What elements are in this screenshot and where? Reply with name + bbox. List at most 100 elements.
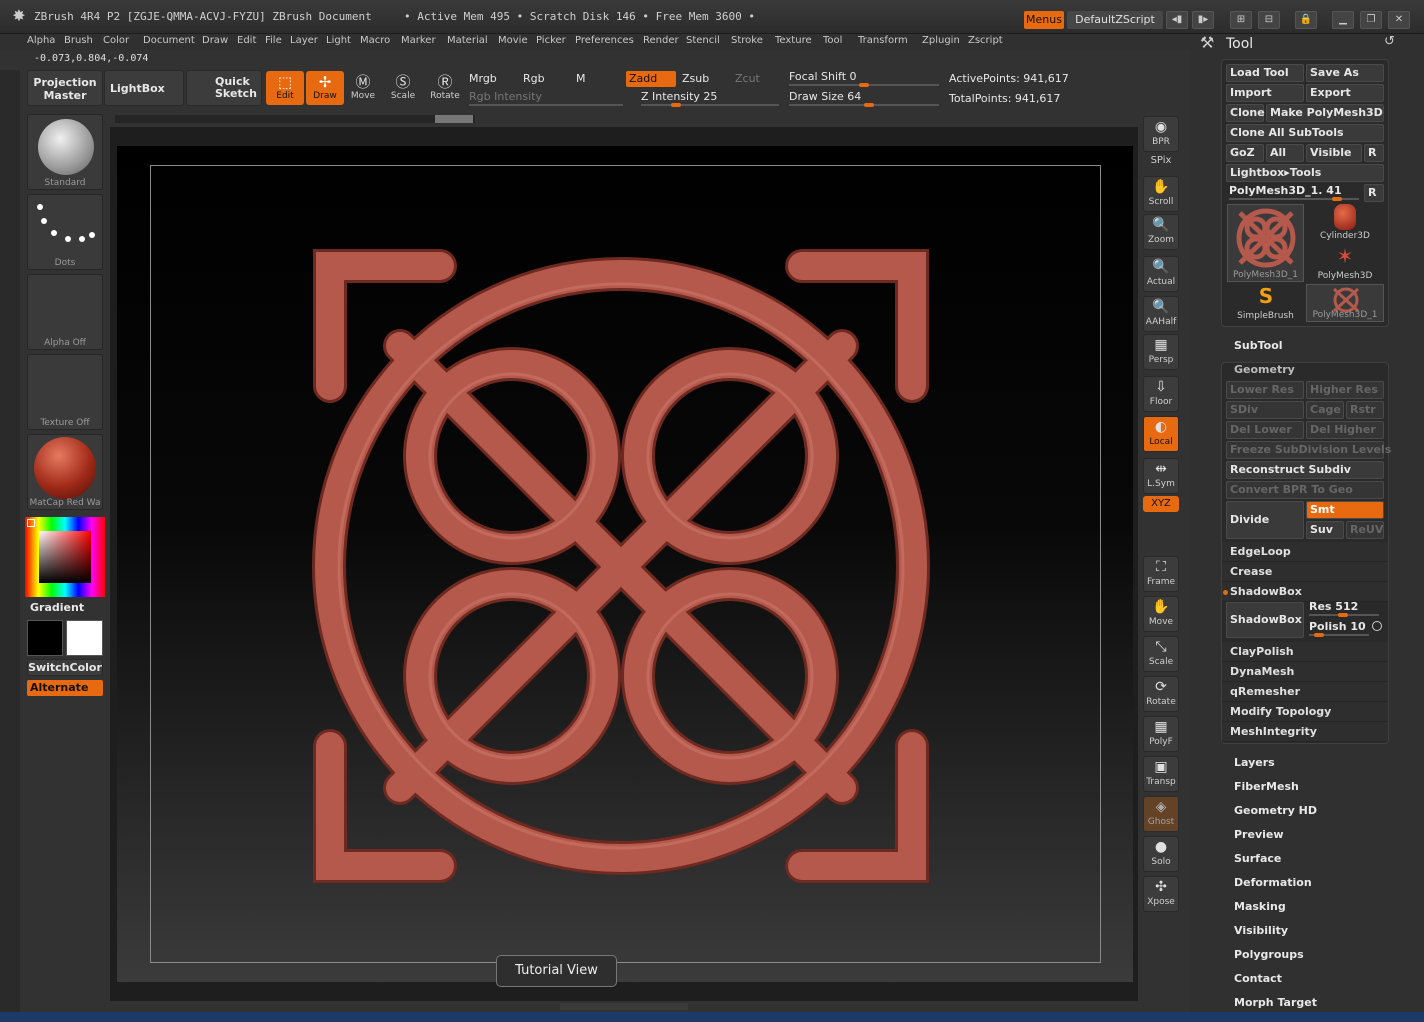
refresh-icon[interactable]: ↺ xyxy=(1384,34,1395,49)
minimize-icon[interactable]: ▁ xyxy=(1332,11,1354,29)
right-shelf-actual-button[interactable]: 🔍 Actual xyxy=(1143,256,1179,292)
draw-mode-button[interactable]: ✢ Draw xyxy=(306,71,344,105)
focal-shift-knob[interactable] xyxy=(859,83,869,87)
z-intensity-knob[interactable] xyxy=(670,103,681,107)
right-shelf-scale-button[interactable]: ⤡ Scale xyxy=(1143,636,1179,672)
menu-picker[interactable]: Picker xyxy=(536,34,566,48)
edgeloop-section[interactable]: EdgeLoop xyxy=(1222,542,1388,562)
stroke-selector[interactable]: Dots xyxy=(27,194,103,270)
draw-size-knob[interactable] xyxy=(863,103,874,107)
menu-draw[interactable]: Draw xyxy=(202,34,228,48)
reuv-toggle[interactable]: ReUV xyxy=(1346,521,1384,539)
clone-all-subtools-button[interactable]: Clone All SubTools xyxy=(1226,124,1384,142)
tool-section-masking[interactable]: Masking xyxy=(1234,900,1286,913)
shadowbox-button[interactable]: ShadowBox xyxy=(1226,602,1304,638)
reconstruct-subdiv-button[interactable]: Reconstruct Subdiv xyxy=(1226,461,1384,479)
primary-color-swatch[interactable] xyxy=(66,620,103,656)
menu-color[interactable]: Color xyxy=(103,34,129,48)
menu-movie[interactable]: Movie xyxy=(498,34,528,48)
edit-mode-button[interactable]: ⬚ Edit xyxy=(266,71,304,105)
menu-macro[interactable]: Macro xyxy=(360,34,390,48)
prev-layout-icon[interactable]: ◂▮ xyxy=(1166,11,1188,29)
menu-edit[interactable]: Edit xyxy=(237,34,256,48)
tool-section-geometry-hd[interactable]: Geometry HD xyxy=(1234,804,1317,817)
color-marker[interactable] xyxy=(27,519,35,527)
load-tool-button[interactable]: Load Tool xyxy=(1226,64,1304,82)
tool-section-morph-target[interactable]: Morph Target xyxy=(1234,996,1317,1009)
make-polymesh3d-button[interactable]: Make PolyMesh3D xyxy=(1266,104,1384,122)
current-tool-knob[interactable] xyxy=(1332,197,1342,201)
right-shelf-ghost-button[interactable]: ◈ Ghost xyxy=(1143,796,1179,832)
freeze-subdivision-button[interactable]: Freeze SubDivision Levels xyxy=(1226,441,1391,459)
subtool-section[interactable]: SubTool xyxy=(1234,339,1283,352)
rotate-mode-button[interactable]: Ⓡ Rotate xyxy=(426,71,464,105)
tool-thumb-simplebrush[interactable]: S SimpleBrush xyxy=(1227,284,1304,322)
texture-selector[interactable]: Texture Off xyxy=(27,354,103,430)
export-button[interactable]: Export xyxy=(1306,84,1384,102)
quick-sketch-button[interactable]: Quick Sketch xyxy=(186,70,262,106)
suv-toggle[interactable]: Suv xyxy=(1306,521,1344,539)
color-picker-square[interactable] xyxy=(39,531,91,583)
menu-light[interactable]: Light xyxy=(326,34,351,48)
lower-res-button[interactable]: Lower Res xyxy=(1226,381,1304,399)
lock-icon[interactable]: 🔒 xyxy=(1295,11,1317,29)
mrgb-button[interactable]: Mrgb xyxy=(469,72,497,85)
current-tool-r-button[interactable]: R xyxy=(1364,184,1384,202)
dynamesh-section[interactable]: DynaMesh xyxy=(1222,662,1388,682)
right-shelf-spix-button[interactable]: SPix xyxy=(1143,153,1179,169)
right-shelf-persp-button[interactable]: ▦ Persp xyxy=(1143,334,1179,370)
right-shelf-move-button[interactable]: ✋ Move xyxy=(1143,596,1179,632)
default-zscript-button[interactable]: DefaultZScript xyxy=(1067,11,1163,29)
right-shelf-bpr-button[interactable]: ◉ BPR xyxy=(1143,116,1179,152)
res-slider-label[interactable]: Res 512 xyxy=(1309,600,1358,613)
clone-button[interactable]: Clone xyxy=(1226,104,1265,122)
tool-section-surface[interactable]: Surface xyxy=(1234,852,1281,865)
rgb-intensity-slider[interactable] xyxy=(469,104,623,106)
brush-selector[interactable]: Standard xyxy=(27,114,103,190)
right-shelf-zoom-button[interactable]: 🔍 Zoom xyxy=(1143,214,1179,250)
viewport-scrollbar[interactable] xyxy=(115,115,475,123)
material-selector[interactable]: MatCap Red Wa xyxy=(27,434,103,510)
rgb-button[interactable]: Rgb xyxy=(523,72,545,85)
import-button[interactable]: Import xyxy=(1226,84,1304,102)
right-shelf-frame-button[interactable]: ⛶ Frame xyxy=(1143,556,1179,592)
lightbox-button[interactable]: LightBox xyxy=(104,70,184,106)
tool-palette-title[interactable]: Tool xyxy=(1226,36,1253,52)
alpha-selector[interactable]: Alpha Off xyxy=(27,274,103,350)
menu-material[interactable]: Material xyxy=(447,34,488,48)
zadd-button[interactable]: Zadd xyxy=(626,71,676,87)
tool-section-fibermesh[interactable]: FiberMesh xyxy=(1234,780,1299,793)
polish-slider-label[interactable]: Polish 10 xyxy=(1309,620,1366,633)
layout-b-icon[interactable]: ⊟ xyxy=(1258,11,1280,29)
next-layout-icon[interactable]: ▮▸ xyxy=(1192,11,1214,29)
menu-texture[interactable]: Texture xyxy=(775,34,812,48)
right-shelf-rotate-button[interactable]: ⟳ Rotate xyxy=(1143,676,1179,712)
gradient-label[interactable]: Gradient xyxy=(30,601,84,614)
shadowbox-section[interactable]: ShadowBox xyxy=(1222,582,1388,602)
menu-render[interactable]: Render xyxy=(643,34,679,48)
tool-section-visibility[interactable]: Visibility xyxy=(1234,924,1288,937)
tool-section-contact[interactable]: Contact xyxy=(1234,972,1282,985)
geometry-section[interactable]: Geometry xyxy=(1234,363,1295,376)
goz-r-button[interactable]: R xyxy=(1364,144,1384,162)
secondary-color-swatch[interactable] xyxy=(27,620,63,656)
goz-visible-button[interactable]: Visible xyxy=(1306,144,1362,162)
menu-zplugin[interactable]: Zplugin xyxy=(922,34,960,48)
z-intensity-slider[interactable] xyxy=(641,104,779,106)
tool-thumb-cylinder3d[interactable]: Cylinder3D xyxy=(1306,204,1384,242)
menu-zscript[interactable]: Zscript xyxy=(968,34,1003,48)
qremesher-section[interactable]: qRemesher xyxy=(1222,682,1388,702)
cage-button[interactable]: Cage xyxy=(1306,401,1344,419)
menu-alpha[interactable]: Alpha xyxy=(27,34,55,48)
right-shelf-aahalf-button[interactable]: 🔍 AAHalf xyxy=(1143,296,1179,332)
alternate-button[interactable]: Alternate xyxy=(27,680,103,696)
projection-master-button[interactable]: Projection Master xyxy=(27,70,103,106)
menu-preferences[interactable]: Preferences xyxy=(575,34,634,48)
bottom-tray-handle[interactable] xyxy=(560,1003,688,1010)
lightbox-tools-button[interactable]: Lightbox▸Tools xyxy=(1226,164,1384,182)
menus-button[interactable]: Menus xyxy=(1024,11,1064,29)
close-icon[interactable]: ✕ xyxy=(1388,11,1410,29)
right-shelf-scroll-button[interactable]: ✋ Scroll xyxy=(1143,176,1179,212)
right-shelf-lsym-button[interactable]: ⇹ L.Sym xyxy=(1143,458,1179,494)
right-shelf-solo-button[interactable]: ● Solo xyxy=(1143,836,1179,872)
